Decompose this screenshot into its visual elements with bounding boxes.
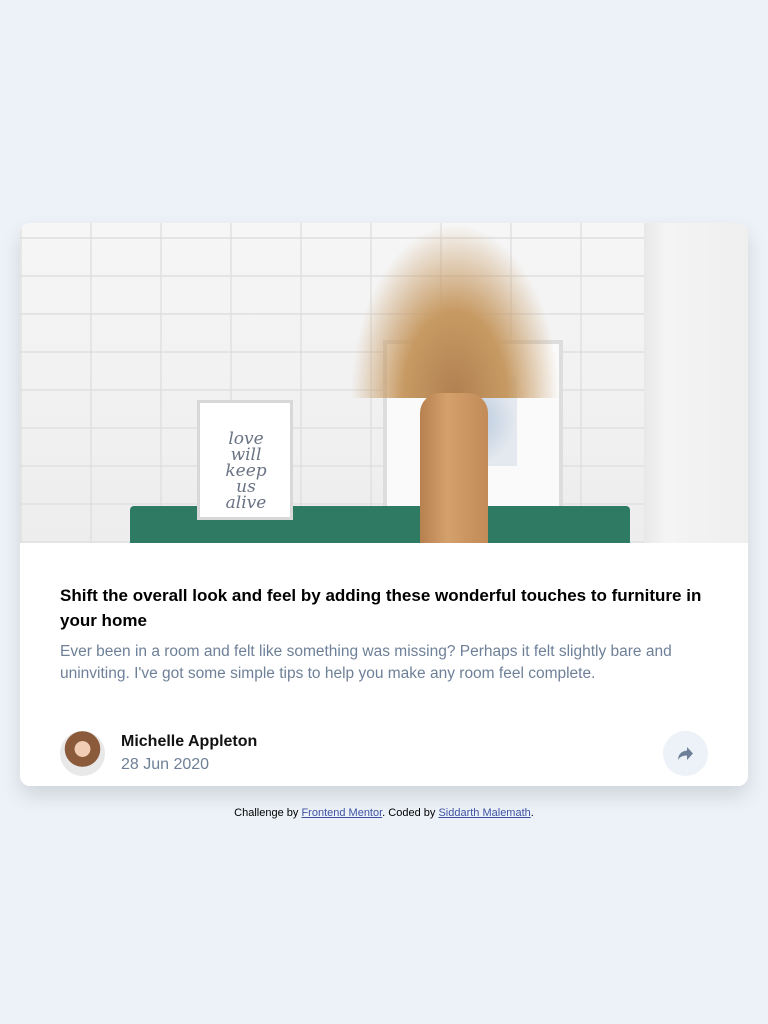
share-button[interactable]	[663, 731, 708, 776]
article-description: Ever been in a room and felt like someth…	[60, 643, 672, 682]
author-link[interactable]: Siddarth Malemath	[438, 807, 530, 819]
vase	[420, 393, 488, 543]
article-image: love will keep us alive	[20, 223, 748, 543]
author-name: Michelle Appleton	[121, 733, 258, 750]
dried-grass	[350, 223, 560, 398]
post-date: 28 Jun 2020	[121, 756, 210, 773]
quote-frame: love will keep us alive	[197, 400, 293, 520]
share-icon	[678, 747, 693, 760]
article-card: love will keep us alive Shift the overal…	[20, 223, 748, 786]
frontend-mentor-link[interactable]: Frontend Mentor	[301, 807, 382, 819]
attribution: Challenge by Frontend Mentor. Coded by S…	[234, 807, 534, 819]
avatar	[60, 731, 105, 776]
article-title: Shift the overall look and feel by addin…	[60, 586, 702, 630]
